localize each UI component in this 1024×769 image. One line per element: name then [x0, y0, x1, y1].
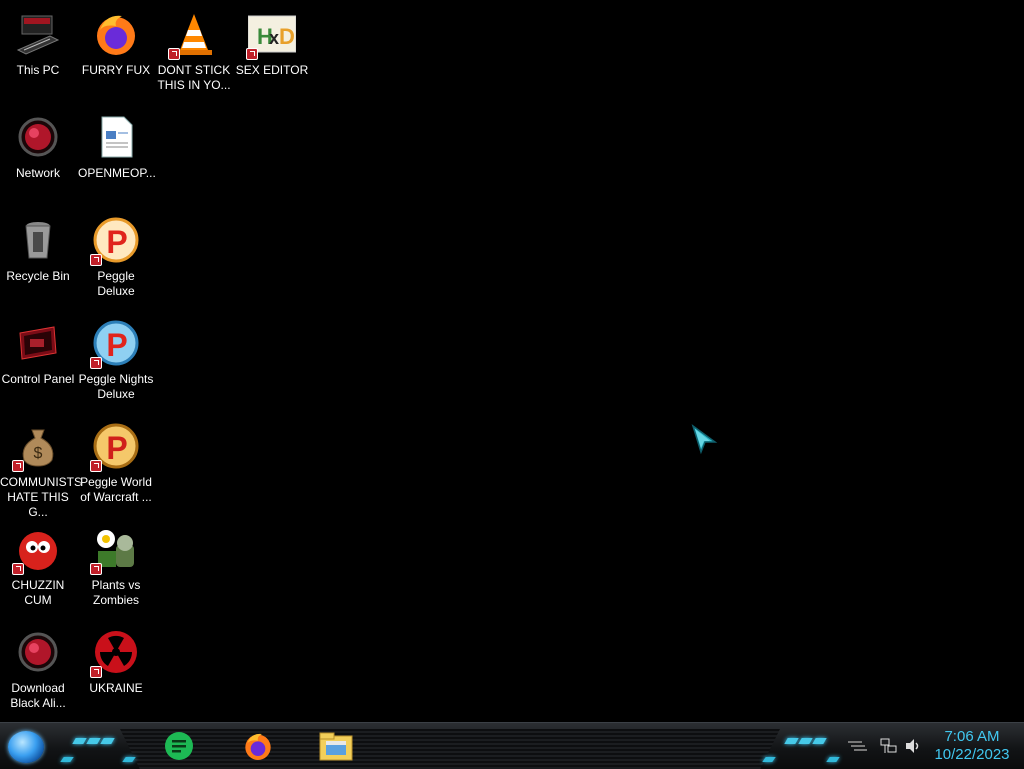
desktop-icon-label: Network: [15, 166, 60, 180]
peggle-icon: P: [90, 216, 140, 266]
desktop-icon-peggle-nights[interactable]: P Peggle Nights Deluxe: [78, 313, 154, 411]
money-bag-icon: $: [12, 422, 62, 472]
vlc-icon: [168, 10, 218, 60]
taskbar-notes-app-button[interactable]: [161, 729, 197, 763]
svg-text:$: $: [34, 445, 43, 462]
firefox-icon: [92, 10, 140, 58]
taskbar-firefox-button[interactable]: [240, 729, 276, 763]
clock-date: 10/22/2023: [934, 746, 1010, 763]
desktop-icon-network[interactable]: Network: [0, 107, 76, 205]
svg-text:D: D: [279, 24, 295, 49]
chuzzle-icon: [12, 525, 62, 575]
taskbar-left-chevrons: [72, 738, 115, 744]
taskbar-file-explorer-button[interactable]: [318, 729, 354, 763]
desktop-icon-label: Control Panel: [1, 372, 75, 386]
desktop-icon-openmeop[interactable]: OPENMEOP...: [78, 107, 156, 205]
mouse-cursor-icon: [690, 424, 718, 456]
desktop-icon-ukraine[interactable]: UKRAINE: [78, 622, 154, 720]
network-icon: [14, 113, 62, 161]
peggle-nights-icon: P: [90, 319, 140, 369]
clock-time: 7:06 AM: [944, 728, 1000, 745]
control-panel-icon: [14, 319, 62, 367]
hxd-icon: H x D: [246, 10, 297, 60]
desktop-icon-vlc[interactable]: DONT STICK THIS IN YO...: [156, 4, 232, 102]
network-status-icon[interactable]: [880, 738, 898, 754]
desktop-icon-this-pc[interactable]: This PC: [0, 4, 76, 102]
svg-text:P: P: [106, 327, 127, 363]
svg-text:x: x: [269, 28, 279, 48]
desktop-icon-label: CHUZZIN CUM: [11, 578, 65, 607]
desktop-icon-peggle-deluxe[interactable]: P Peggle Deluxe: [78, 210, 154, 308]
svg-text:P: P: [106, 430, 127, 466]
desktop: This PC Network Recycle Bin Control Pane…: [0, 0, 1024, 722]
desktop-icon-label: DONT STICK THIS IN YO...: [157, 63, 231, 92]
file-explorer-icon: [319, 732, 353, 761]
show-hidden-icons-icon[interactable]: [846, 738, 867, 754]
desktop-icon-label: FURRY FUX: [81, 63, 151, 77]
start-button[interactable]: [8, 731, 44, 763]
volume-icon[interactable]: [904, 738, 922, 754]
taskbar-center-panel: [120, 729, 780, 769]
desktop-icon-label: Peggle Nights Deluxe: [78, 372, 154, 401]
desktop-icon-label: COMMUNISTS HATE THIS G...: [0, 475, 82, 519]
desktop-icon-label: OPENMEOP...: [78, 166, 156, 180]
notes-app-icon: [165, 732, 193, 760]
desktop-icon-label: This PC: [16, 63, 60, 77]
taskbar: [0, 722, 1024, 769]
desktop-icon-label: Peggle Deluxe: [97, 269, 135, 298]
desktop-icon-label: SEX EDITOR: [235, 63, 309, 77]
radiation-icon: [90, 628, 140, 678]
desktop-icon-download-black-ali[interactable]: Download Black Ali...: [0, 622, 76, 720]
svg-text:P: P: [106, 224, 127, 260]
desktop-icon-chuzzin[interactable]: CHUZZIN CUM: [0, 519, 76, 617]
taskbar-clock[interactable]: 7:06 AM 10/22/2023: [928, 728, 1016, 764]
recycle-bin-icon: [14, 216, 62, 264]
desktop-icon-label: Peggle World of Warcraft ...: [80, 475, 152, 504]
alienware-icon: [14, 628, 62, 676]
desktop-icon-communists[interactable]: $ COMMUNISTS HATE THIS G...: [0, 416, 82, 519]
desktop-icon-label: Recycle Bin: [6, 269, 70, 283]
peggle-wow-icon: P: [90, 422, 140, 472]
desktop-icon-label: UKRAINE: [89, 681, 143, 695]
desktop-icon-label: Plants vs Zombies: [91, 578, 141, 607]
desktop-icon-plants-vs-zombies[interactable]: Plants vs Zombies: [78, 519, 154, 617]
desktop-icon-sex-editor[interactable]: H x D SEX EDITOR: [234, 4, 310, 102]
desktop-icon-control-panel[interactable]: Control Panel: [0, 313, 76, 411]
taskbar-right-chevrons: [784, 738, 827, 744]
pvz-icon: [90, 525, 140, 575]
desktop-icon-recycle-bin[interactable]: Recycle Bin: [0, 210, 76, 308]
desktop-icon-furry-fux[interactable]: FURRY FUX: [78, 4, 154, 102]
desktop-icon-peggle-wow[interactable]: P Peggle World of Warcraft ...: [78, 416, 154, 514]
document-icon: [92, 113, 140, 161]
computer-icon: [14, 10, 62, 58]
desktop-icon-label: Download Black Ali...: [10, 681, 66, 710]
firefox-icon: [245, 733, 271, 760]
